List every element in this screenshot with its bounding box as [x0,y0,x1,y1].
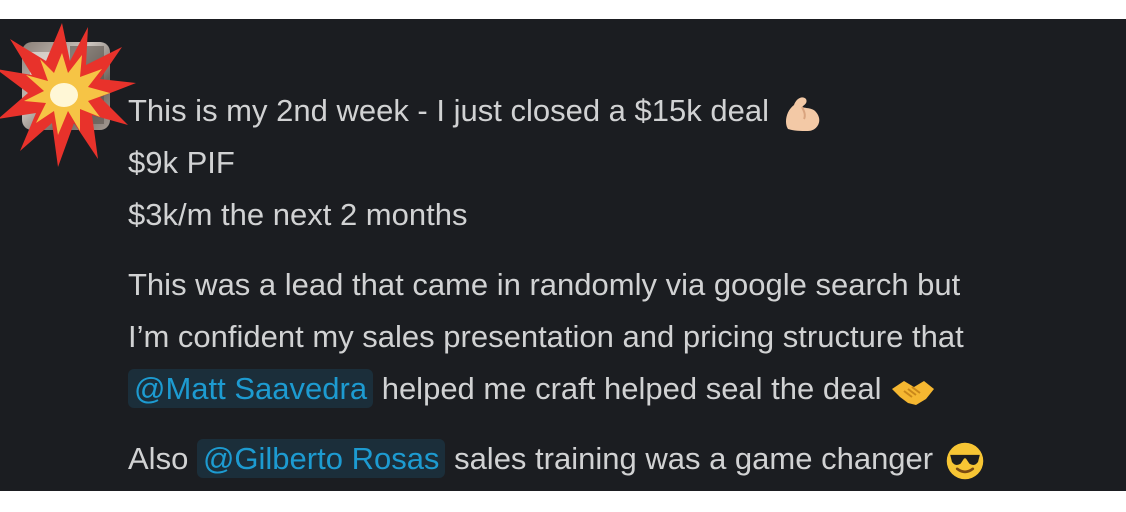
message-line-2: $9k PIF [128,145,235,180]
message-text: Also [128,441,189,476]
user-mention-matt[interactable]: @Matt Saavedra [128,369,374,408]
collision-burst-icon [0,23,136,167]
handshake-icon [892,380,935,405]
message-para2-line3: @Matt Saavedra helped me craft helped se… [128,363,936,415]
message-line-1: This is my 2nd week - I just closed a $1… [128,85,824,137]
message-line-3: $3k/m the next 2 months [128,197,468,232]
message-text: helped me craft helped seal the deal [381,371,882,406]
message-para3: Also @Gilberto Rosas sales training was … [128,433,988,485]
message-text: sales training was a game changer [454,441,934,476]
flexed-biceps-icon [785,97,819,131]
message-text: This is my 2nd week - I just closed a $1… [128,93,769,128]
message-para2-line1: This was a lead that came in randomly vi… [128,267,961,302]
message-container: This is my 2nd week - I just closed a $1… [0,19,1126,491]
user-mention-gilberto[interactable]: @Gilberto Rosas [196,439,446,478]
sunglasses-face-icon [946,442,983,480]
message-para2-line2: I’m confident my sales presentation and … [128,319,964,354]
